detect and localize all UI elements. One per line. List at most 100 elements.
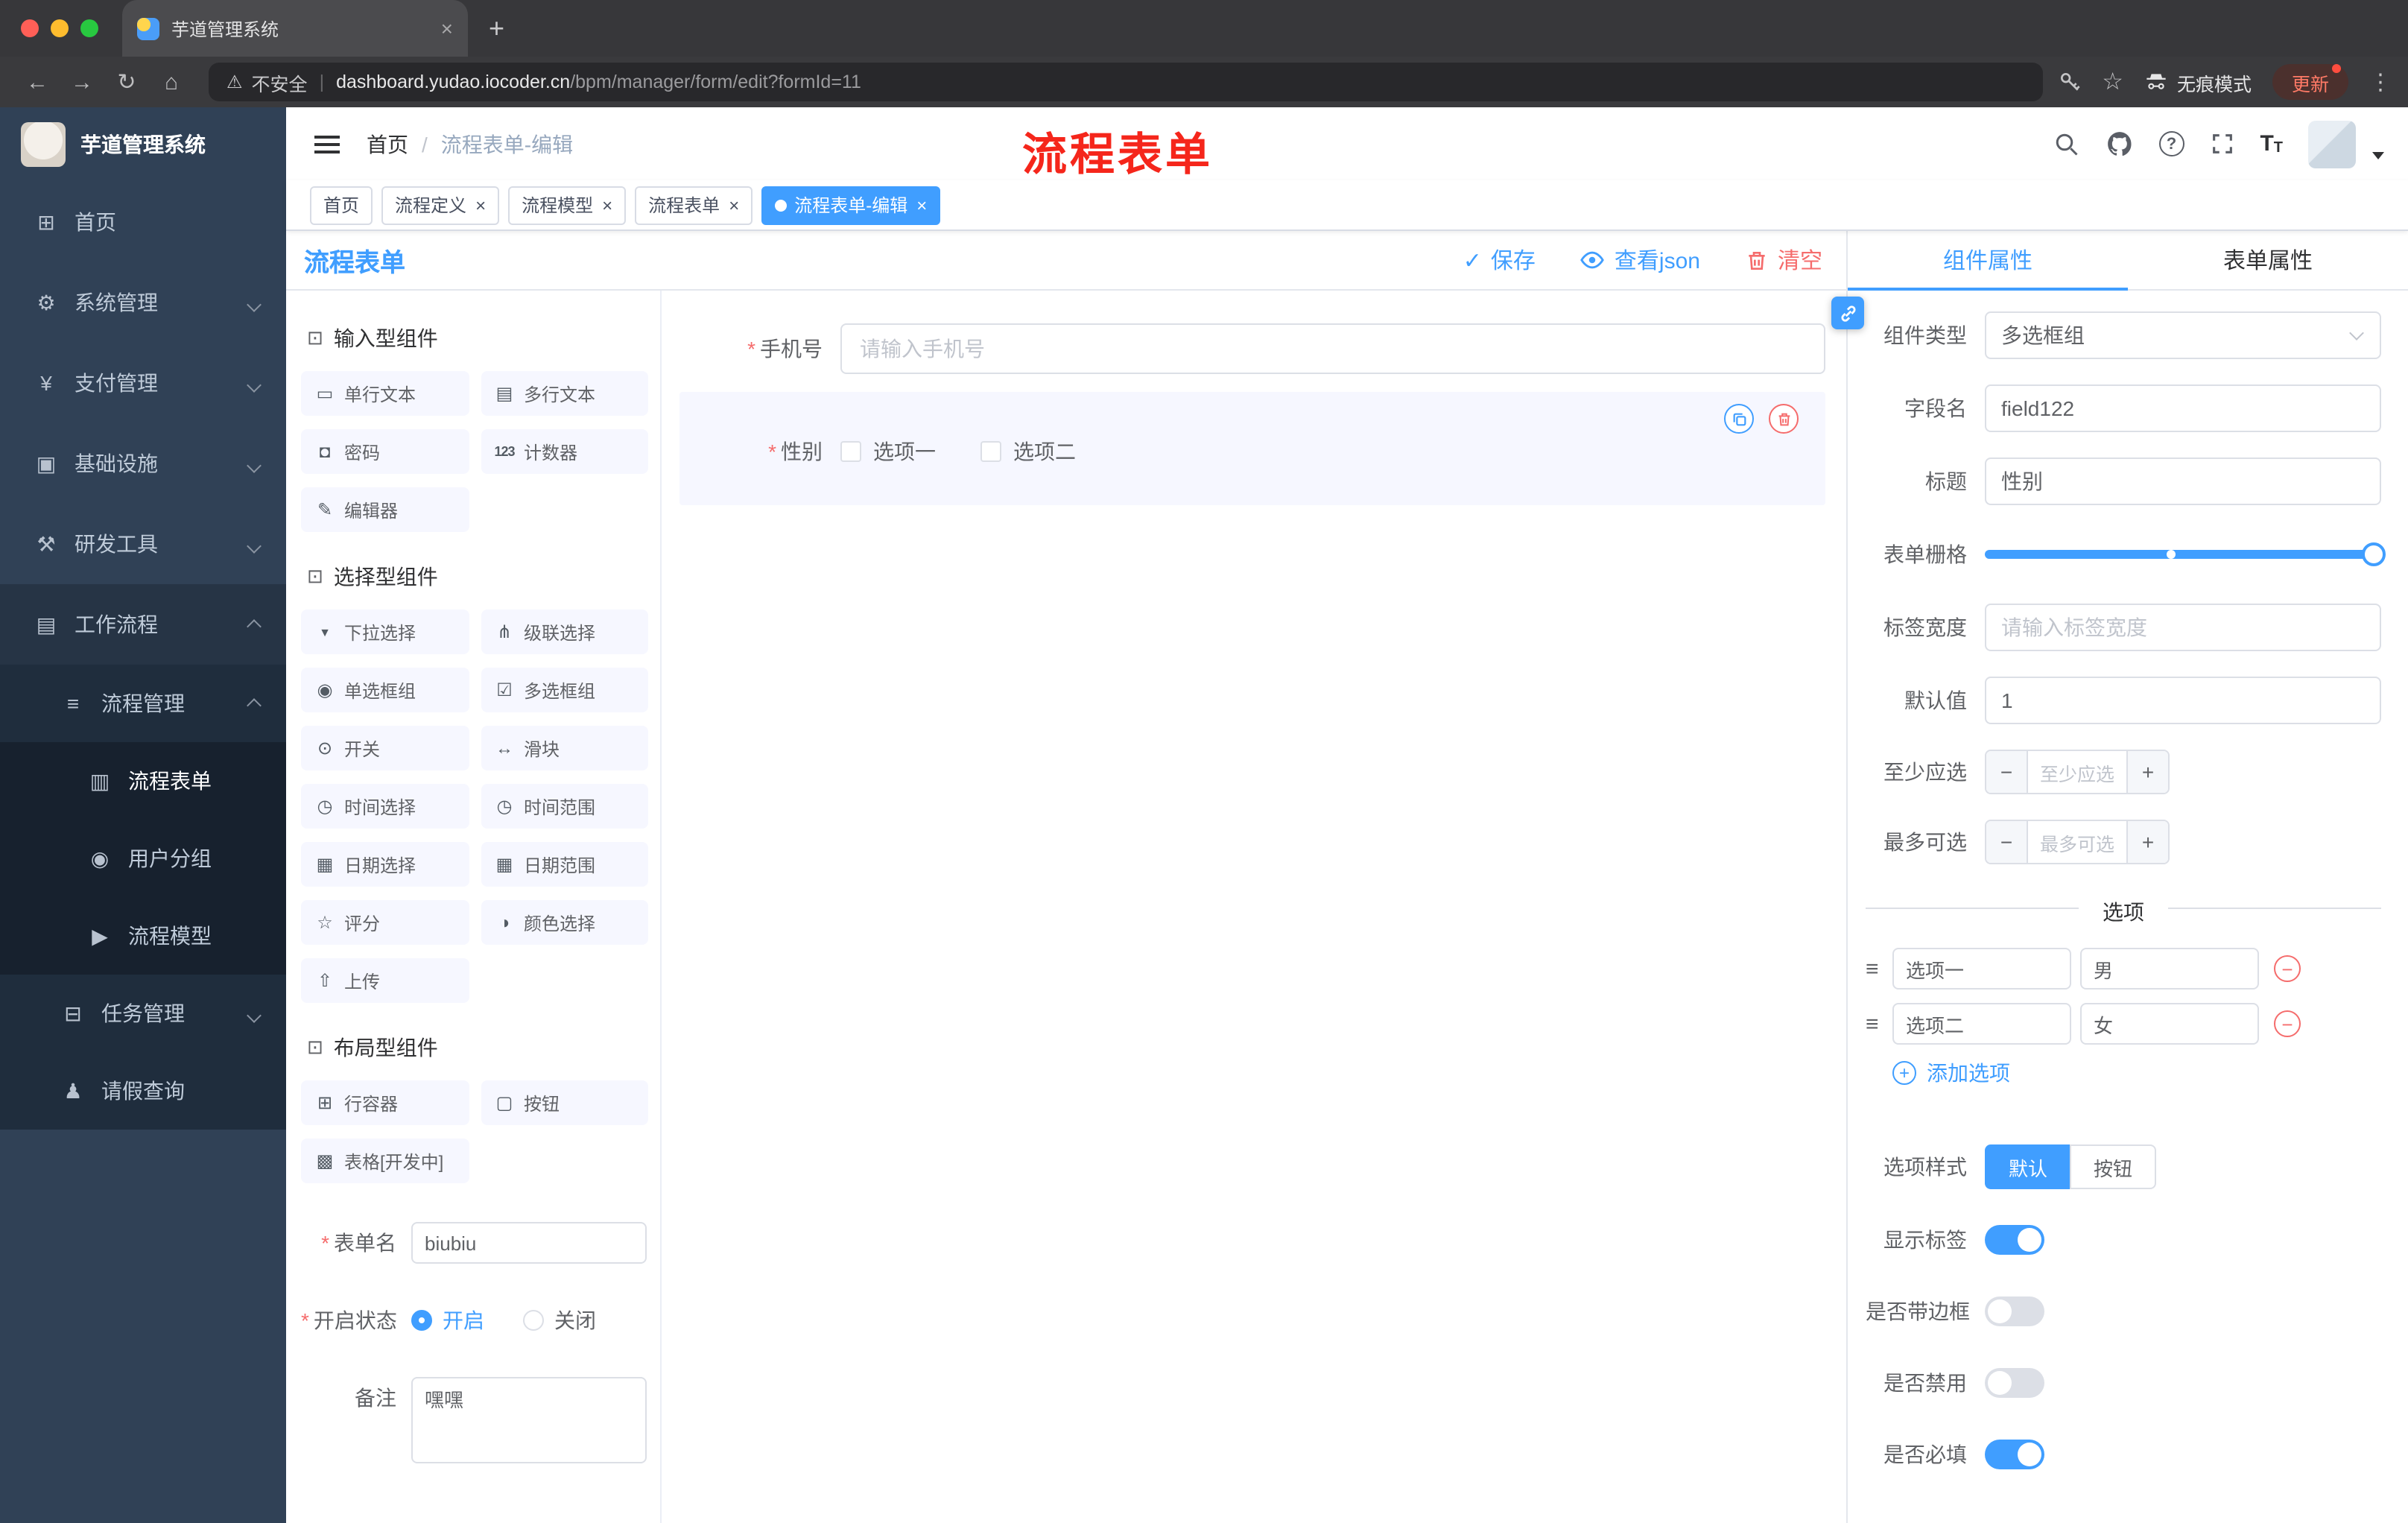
option-1-value-input[interactable] <box>2080 948 2259 990</box>
github-icon[interactable] <box>2105 130 2133 158</box>
browser-tab[interactable]: 芋道管理系统 × <box>122 0 468 57</box>
zoom-window-button[interactable] <box>80 19 98 37</box>
form-name-input[interactable] <box>411 1222 647 1264</box>
label-width-input[interactable] <box>1985 604 2381 651</box>
sidebar-item-system[interactable]: ⚙ 系统管理 <box>0 262 286 343</box>
slider-handle[interactable] <box>2362 542 2386 566</box>
sidebar-item-devtools[interactable]: ⚒ 研发工具 <box>0 504 286 584</box>
copy-component-icon[interactable] <box>1724 404 1754 434</box>
max-select-placeholder[interactable]: 最多可选 <box>2028 821 2126 863</box>
user-avatar[interactable] <box>2308 120 2356 168</box>
field-name-input[interactable] <box>1985 384 2381 432</box>
save-button[interactable]: ✓ 保存 <box>1463 244 1536 276</box>
home-icon[interactable]: ⌂ <box>149 69 194 95</box>
option-1-label-input[interactable] <box>1892 948 2071 990</box>
sidebar-item-process-form[interactable]: ▥ 流程表单 <box>0 742 286 820</box>
palette-chip-date[interactable]: ▦ 日期选择 <box>301 842 469 887</box>
minimize-window-button[interactable] <box>51 19 69 37</box>
close-window-button[interactable] <box>21 19 39 37</box>
sidebar-item-infrastructure[interactable]: ▣ 基础设施 <box>0 423 286 504</box>
forward-icon[interactable]: → <box>60 69 104 95</box>
reload-icon[interactable]: ↻ <box>104 69 149 95</box>
sidebar-item-leave-query[interactable]: ♟ 请假查询 <box>0 1052 286 1130</box>
palette-chip-upload[interactable]: ⇧ 上传 <box>301 958 469 1003</box>
collapse-sidebar-icon[interactable] <box>310 127 343 160</box>
stepper-plus-button[interactable]: + <box>2126 751 2168 793</box>
avatar-caret-icon[interactable] <box>2372 151 2384 159</box>
phone-input[interactable] <box>840 323 1825 374</box>
stepper-minus-button[interactable]: − <box>1986 821 2028 863</box>
palette-chip-time-range[interactable]: ◷ 时间范围 <box>481 784 648 829</box>
palette-chip-password[interactable]: ◘ 密码 <box>301 429 469 474</box>
address-bar[interactable]: ⚠ 不安全 | dashboard.yudao.iocoder.cn /bpm/… <box>209 63 2043 101</box>
palette-chip-cascader[interactable]: ⋔ 级联选择 <box>481 609 648 654</box>
bookmark-star-icon[interactable]: ☆ <box>2102 67 2123 97</box>
font-size-icon[interactable]: TT <box>2260 131 2283 156</box>
browser-menu-icon[interactable]: ⋮ <box>2369 69 2393 95</box>
sidebar-item-payment[interactable]: ¥ 支付管理 <box>0 343 286 423</box>
palette-chip-slider[interactable]: ↔ 滑块 <box>481 726 648 770</box>
tag-home[interactable]: 首页 <box>310 186 373 224</box>
required-toggle[interactable] <box>1985 1440 2044 1469</box>
link-icon[interactable] <box>1831 297 1864 329</box>
form-remark-textarea[interactable]: 嘿嘿 <box>411 1377 647 1463</box>
clear-button[interactable]: 清空 <box>1745 244 1822 276</box>
palette-chip-table[interactable]: ▩ 表格[开发中] <box>301 1139 469 1183</box>
tag-close-icon[interactable]: × <box>475 194 486 215</box>
palette-chip-select[interactable]: ▼ 下拉选择 <box>301 609 469 654</box>
palette-chip-time[interactable]: ◷ 时间选择 <box>301 784 469 829</box>
title-input[interactable] <box>1985 457 2381 505</box>
sidebar-item-process-model[interactable]: ▶ 流程模型 <box>0 897 286 975</box>
palette-chip-switch[interactable]: ⊙ 开关 <box>301 726 469 770</box>
sidebar-item-user-group[interactable]: ◉ 用户分组 <box>0 820 286 897</box>
palette-chip-editor[interactable]: ✎ 编辑器 <box>301 487 469 532</box>
option-style-default-button[interactable]: 默认 <box>1985 1144 2070 1189</box>
stepper-minus-button[interactable]: − <box>1986 751 2028 793</box>
option-style-button-button[interactable]: 按钮 <box>2070 1144 2157 1189</box>
tab-component-properties[interactable]: 组件属性 <box>1848 231 2128 291</box>
tab-form-properties[interactable]: 表单属性 <box>2128 231 2408 289</box>
tag-process-model[interactable]: 流程模型 × <box>508 186 627 224</box>
component-type-select[interactable]: 多选框组 <box>1985 311 2381 359</box>
drag-handle-icon[interactable]: ≡ <box>1866 1011 1892 1036</box>
fullscreen-icon[interactable] <box>2209 131 2234 156</box>
tag-close-icon[interactable]: × <box>729 194 739 215</box>
sidebar-item-process-management[interactable]: ≡ 流程管理 <box>0 665 286 742</box>
palette-chip-row-container[interactable]: ⊞ 行容器 <box>301 1080 469 1125</box>
help-icon[interactable]: ? <box>2158 131 2184 156</box>
remove-option-icon[interactable]: − <box>2274 955 2301 982</box>
add-option-button[interactable]: + 添加选项 <box>1892 1058 2381 1088</box>
checkbox-option-2[interactable]: 选项二 <box>980 437 1076 466</box>
tag-process-form-edit[interactable]: 流程表单-编辑 × <box>761 186 941 224</box>
show-label-toggle[interactable] <box>1985 1225 2044 1255</box>
palette-chip-checkbox-group[interactable]: ☑ 多选框组 <box>481 668 648 712</box>
palette-chip-multi-text[interactable]: ▤ 多行文本 <box>481 371 648 416</box>
tag-process-form[interactable]: 流程表单 × <box>635 186 753 224</box>
stepper-plus-button[interactable]: + <box>2126 821 2168 863</box>
disabled-toggle[interactable] <box>1985 1368 2044 1398</box>
view-json-button[interactable]: 查看json <box>1580 244 1700 276</box>
drag-handle-icon[interactable]: ≡ <box>1866 956 1892 981</box>
option-2-label-input[interactable] <box>1892 1003 2071 1045</box>
back-icon[interactable]: ← <box>15 69 60 95</box>
tag-close-icon[interactable]: × <box>602 194 612 215</box>
palette-chip-radio-group[interactable]: ◉ 单选框组 <box>301 668 469 712</box>
breadcrumb-home[interactable]: 首页 <box>367 129 408 159</box>
password-key-icon[interactable] <box>2057 70 2081 94</box>
canvas-field-phone[interactable]: * 手机号 <box>679 323 1825 374</box>
palette-chip-color[interactable]: ◑ 颜色选择 <box>481 900 648 945</box>
palette-chip-date-range[interactable]: ▦ 日期范围 <box>481 842 648 887</box>
border-toggle[interactable] <box>1985 1296 2044 1326</box>
radio-status-on[interactable]: 开启 <box>411 1299 484 1341</box>
canvas-field-gender-selected[interactable]: * 性别 选项一 选项二 <box>679 392 1825 505</box>
tag-close-icon[interactable]: × <box>916 194 927 215</box>
palette-chip-counter[interactable]: 123 计数器 <box>481 429 648 474</box>
new-tab-button[interactable]: + <box>489 13 504 44</box>
sidebar-item-workflow[interactable]: ▤ 工作流程 <box>0 584 286 665</box>
tab-close-icon[interactable]: × <box>441 16 453 40</box>
search-icon[interactable] <box>2053 130 2079 157</box>
update-browser-button[interactable]: 更新 <box>2272 64 2348 100</box>
palette-chip-single-text[interactable]: ▭ 单行文本 <box>301 371 469 416</box>
radio-status-off[interactable]: 关闭 <box>523 1299 596 1341</box>
min-select-placeholder[interactable]: 至少应选 <box>2028 751 2126 793</box>
